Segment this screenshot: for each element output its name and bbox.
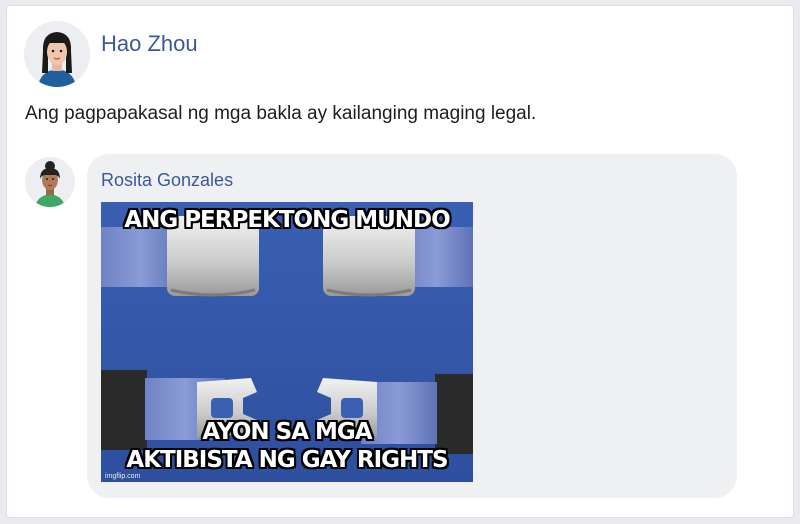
post-body-text: Ang pagpapakasal ng mga bakla ay kailang…: [25, 103, 537, 124]
comment-bubble: Rosita Gonzales ANG PERPEKTONG MUNDO AYO…: [87, 154, 737, 498]
woman-avatar-icon: [25, 157, 75, 207]
meme-bottom-line-1: AYON SA MGA: [202, 419, 372, 445]
meme-image[interactable]: ANG PERPEKTONG MUNDO AYON SA MGA AKTIBIS…: [101, 202, 473, 482]
meme-bottom-caption: AYON SA MGA AKTIBISTA NG GAY RIGHTS: [101, 418, 473, 474]
comment-author-name[interactable]: Rosita Gonzales: [101, 170, 233, 191]
comment-author-avatar[interactable]: [25, 157, 75, 207]
meme-top-caption: ANG PERPEKTONG MUNDO: [124, 207, 450, 233]
post-card: Hao Zhou Ang pagpapakasal ng mga bakla a…: [6, 5, 794, 518]
post-author-avatar[interactable]: [24, 21, 90, 87]
imgflip-watermark: imgflip.com: [105, 473, 141, 480]
post-author-name[interactable]: Hao Zhou: [101, 31, 198, 57]
meme-bottom-line-2: AKTIBISTA NG GAY RIGHTS: [126, 447, 448, 473]
woman-avatar-icon: [24, 21, 90, 87]
